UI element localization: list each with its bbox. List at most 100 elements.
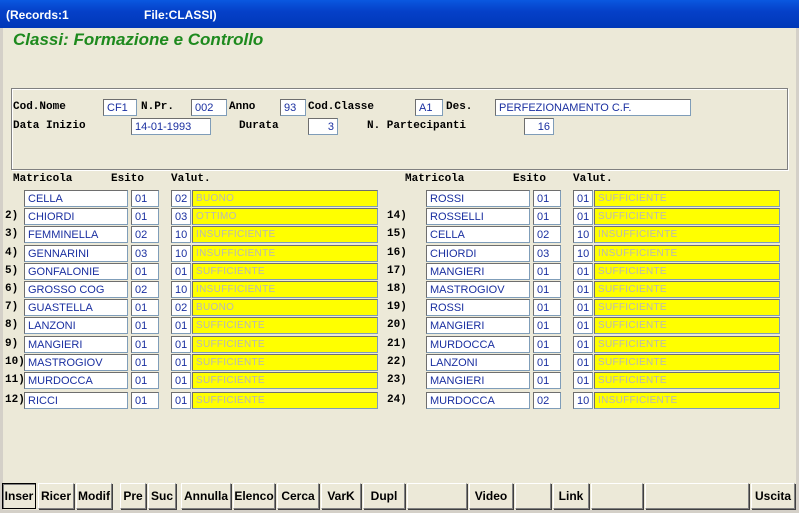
valut-code-field[interactable]: 02 — [171, 190, 191, 207]
valut-code-field[interactable]: 10 — [171, 245, 191, 262]
suc-button[interactable]: Suc — [148, 483, 176, 509]
link-button[interactable]: Link — [553, 483, 589, 509]
annulla-button[interactable]: Annulla — [181, 483, 231, 509]
esito-field[interactable]: 01 — [131, 263, 159, 280]
valut-code-field[interactable]: 01 — [573, 336, 593, 353]
n-pr-field[interactable]: 002 — [191, 99, 227, 116]
row-number: 19) — [387, 301, 407, 313]
uscita-button[interactable]: Uscita — [751, 483, 795, 509]
video-button[interactable]: Video — [469, 483, 513, 509]
esito-field[interactable]: 01 — [131, 299, 159, 316]
matricola-field[interactable]: MURDOCCA — [426, 336, 530, 353]
valut-code-field[interactable]: 01 — [573, 190, 593, 207]
esito-field[interactable]: 01 — [131, 208, 159, 225]
matricola-field[interactable]: ROSSELLI — [426, 208, 530, 225]
vark-button[interactable]: VarK — [321, 483, 361, 509]
cod-nome-field[interactable]: CF1 — [103, 99, 137, 116]
valut-code-field[interactable]: 01 — [573, 281, 593, 298]
blank-button-4[interactable] — [645, 483, 749, 509]
esito-field[interactable]: 01 — [533, 281, 561, 298]
n-partecipanti-field[interactable]: 16 — [524, 118, 554, 135]
ricer-button[interactable]: Ricer — [38, 483, 74, 509]
row-number: 4) — [5, 247, 19, 259]
matricola-field[interactable]: MANGIERI — [426, 263, 530, 280]
matricola-field[interactable]: ROSSI — [426, 190, 530, 207]
esito-field[interactable]: 01 — [533, 208, 561, 225]
matricola-field[interactable]: LANZONI — [24, 317, 128, 334]
valut-code-field[interactable]: 01 — [573, 317, 593, 334]
valut-code-field[interactable]: 03 — [171, 208, 191, 225]
matricola-field[interactable]: RICCI — [24, 392, 128, 409]
matricola-field[interactable]: ROSSI — [426, 299, 530, 316]
valut-code-field[interactable]: 01 — [171, 392, 191, 409]
matricola-field[interactable]: GROSSO COG — [24, 281, 128, 298]
durata-field[interactable]: 3 — [308, 118, 338, 135]
valut-code-field[interactable]: 01 — [171, 336, 191, 353]
matricola-field[interactable]: GENNARINI — [24, 245, 128, 262]
matricola-field[interactable]: MASTROGIOV — [24, 354, 128, 371]
esito-field[interactable]: 02 — [533, 392, 561, 409]
valut-code-field[interactable]: 01 — [573, 372, 593, 389]
matricola-field[interactable]: MANGIERI — [24, 336, 128, 353]
esito-field[interactable]: 03 — [533, 245, 561, 262]
matricola-field[interactable]: CELLA — [426, 226, 530, 243]
esito-field[interactable]: 01 — [131, 392, 159, 409]
valut-code-field[interactable]: 10 — [573, 226, 593, 243]
esito-field[interactable]: 01 — [533, 317, 561, 334]
valut-code-field[interactable]: 01 — [573, 263, 593, 280]
esito-field[interactable]: 01 — [131, 336, 159, 353]
modif-button[interactable]: Modif — [76, 483, 112, 509]
valut-code-field[interactable]: 02 — [171, 299, 191, 316]
valut-code-field[interactable]: 01 — [171, 317, 191, 334]
esito-field[interactable]: 01 — [533, 372, 561, 389]
esito-field[interactable]: 01 — [131, 354, 159, 371]
valut-code-field[interactable]: 10 — [171, 281, 191, 298]
valut-code-field[interactable]: 01 — [171, 263, 191, 280]
des-field[interactable]: PERFEZIONAMENTO C.F. — [495, 99, 691, 116]
matricola-field[interactable]: GONFALONIE — [24, 263, 128, 280]
esito-field[interactable]: 01 — [533, 354, 561, 371]
esito-field[interactable]: 02 — [131, 281, 159, 298]
matricola-field[interactable]: CHIORDI — [426, 245, 530, 262]
inser-button[interactable]: Inser — [2, 483, 36, 509]
valut-code-field[interactable]: 01 — [573, 299, 593, 316]
anno-field[interactable]: 93 — [280, 99, 306, 116]
valut-code-field[interactable]: 01 — [573, 208, 593, 225]
elenco-button[interactable]: Elenco — [233, 483, 275, 509]
esito-field[interactable]: 03 — [131, 245, 159, 262]
data-inizio-field[interactable]: 14-01-1993 — [131, 118, 211, 135]
blank-button-2[interactable] — [515, 483, 551, 509]
matricola-field[interactable]: CELLA — [24, 190, 128, 207]
valut-code-field[interactable]: 01 — [171, 372, 191, 389]
matricola-field[interactable]: MURDOCCA — [426, 392, 530, 409]
pre-button[interactable]: Pre — [120, 483, 146, 509]
matricola-field[interactable]: FEMMINELLA — [24, 226, 128, 243]
esito-field[interactable]: 01 — [533, 263, 561, 280]
cerca-button[interactable]: Cerca — [277, 483, 319, 509]
blank-button-1[interactable] — [407, 483, 467, 509]
matricola-field[interactable]: CHIORDI — [24, 208, 128, 225]
matricola-field[interactable]: GUASTELLA — [24, 299, 128, 316]
matricola-field[interactable]: MANGIERI — [426, 317, 530, 334]
matricola-field[interactable]: LANZONI — [426, 354, 530, 371]
matricola-field[interactable]: MANGIERI — [426, 372, 530, 389]
esito-field[interactable]: 01 — [533, 299, 561, 316]
cod-classe-field[interactable]: A1 — [415, 99, 443, 116]
valut-code-field[interactable]: 01 — [171, 354, 191, 371]
esito-field[interactable]: 02 — [131, 226, 159, 243]
esito-field[interactable]: 01 — [533, 190, 561, 207]
matricola-field[interactable]: MASTROGIOV — [426, 281, 530, 298]
esito-field[interactable]: 01 — [533, 336, 561, 353]
blank-button-3[interactable] — [591, 483, 643, 509]
valut-code-field[interactable]: 10 — [573, 392, 593, 409]
esito-field[interactable]: 02 — [533, 226, 561, 243]
esito-field[interactable]: 01 — [131, 190, 159, 207]
valut-code-field[interactable]: 01 — [573, 354, 593, 371]
matricola-field[interactable]: MURDOCCA — [24, 372, 128, 389]
n-partecipanti-label: N. Partecipanti — [367, 120, 467, 132]
valut-code-field[interactable]: 10 — [171, 226, 191, 243]
esito-field[interactable]: 01 — [131, 372, 159, 389]
dupl-button[interactable]: Dupl — [363, 483, 405, 509]
valut-code-field[interactable]: 10 — [573, 245, 593, 262]
esito-field[interactable]: 01 — [131, 317, 159, 334]
